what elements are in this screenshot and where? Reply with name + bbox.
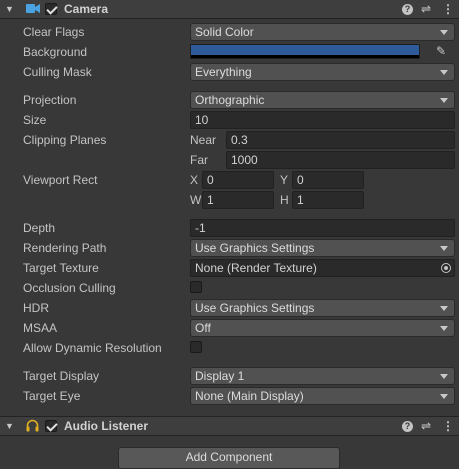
msaa-label: MSAA: [23, 321, 58, 335]
viewport-w-input[interactable]: 1: [202, 191, 274, 209]
hdr-dropdown[interactable]: Use Graphics Settings: [190, 299, 455, 317]
near-label: Near: [190, 133, 217, 147]
viewport-rect-label: Viewport Rect: [23, 173, 98, 187]
msaa-dropdown[interactable]: Off: [190, 319, 455, 337]
chevron-down-icon: [440, 98, 448, 103]
near-input[interactable]: 0.3: [226, 131, 455, 149]
eyedropper-icon[interactable]: ✎: [436, 44, 446, 58]
projection-label: Projection: [23, 93, 77, 107]
culling-mask-value: Everything: [195, 65, 252, 79]
camera-enabled-checkbox[interactable]: [45, 3, 57, 15]
viewport-y-label: Y: [280, 173, 289, 187]
occlusion-culling-label: Occlusion Culling: [23, 281, 116, 295]
size-input[interactable]: 10: [190, 111, 455, 129]
dynamic-resolution-checkbox[interactable]: [190, 341, 202, 353]
viewport-x-input[interactable]: 0: [202, 171, 274, 189]
far-label: Far: [190, 153, 208, 167]
foldout-arrow-icon[interactable]: ▼: [5, 2, 14, 16]
dynamic-resolution-label: Allow Dynamic Resolution: [23, 341, 162, 355]
camera-title: Camera: [64, 2, 109, 16]
audio-listener-enabled-checkbox[interactable]: [45, 420, 57, 432]
chevron-down-icon: [440, 30, 448, 35]
target-display-dropdown[interactable]: Display 1: [190, 367, 455, 385]
help-icon[interactable]: ?: [402, 4, 413, 15]
target-display-label: Target Display: [23, 369, 100, 383]
add-component-label: Add Component: [185, 450, 273, 464]
rendering-path-dropdown[interactable]: Use Graphics Settings: [190, 239, 455, 257]
chevron-down-icon: [440, 394, 448, 399]
chevron-down-icon: [440, 326, 448, 331]
rendering-path-value: Use Graphics Settings: [195, 241, 315, 255]
depth-input[interactable]: -1: [190, 219, 455, 237]
add-component-button[interactable]: Add Component: [118, 447, 340, 469]
size-label: Size: [23, 113, 47, 127]
target-texture-value: None (Render Texture): [195, 261, 317, 275]
background-color-field[interactable]: [190, 44, 420, 59]
clear-flags-value: Solid Color: [195, 25, 254, 39]
rendering-path-label: Rendering Path: [23, 241, 107, 255]
target-texture-label: Target Texture: [23, 261, 99, 275]
foldout-arrow-icon[interactable]: ▼: [5, 419, 14, 433]
clear-flags-dropdown[interactable]: Solid Color: [190, 23, 455, 41]
headphones-icon: [26, 419, 39, 432]
camera-component-header[interactable]: ▼ Camera ? ⇌ ⋮: [0, 0, 459, 19]
projection-value: Orthographic: [195, 93, 265, 107]
camera-icon: [26, 4, 40, 13]
viewport-h-label: H: [280, 193, 289, 207]
more-icon[interactable]: ⋮: [442, 419, 454, 433]
chevron-down-icon: [440, 306, 448, 311]
help-icon[interactable]: ?: [402, 421, 413, 432]
projection-dropdown[interactable]: Orthographic: [190, 91, 455, 109]
preset-icon[interactable]: ⇌: [421, 2, 431, 16]
chevron-down-icon: [440, 70, 448, 75]
alpha-bar: [191, 55, 419, 58]
audio-listener-component-header[interactable]: ▼ Audio Listener ? ⇌ ⋮: [0, 416, 459, 436]
clear-flags-label: Clear Flags: [23, 25, 85, 39]
more-icon[interactable]: ⋮: [442, 2, 454, 16]
viewport-x-label: X: [190, 173, 199, 187]
preset-icon[interactable]: ⇌: [421, 419, 431, 433]
hdr-value: Use Graphics Settings: [195, 301, 315, 315]
culling-mask-dropdown[interactable]: Everything: [190, 63, 455, 81]
occlusion-culling-checkbox[interactable]: [190, 281, 202, 293]
viewport-w-label: W: [190, 193, 202, 207]
viewport-y-input[interactable]: 0: [292, 171, 364, 189]
hdr-label: HDR: [23, 301, 49, 315]
object-picker-icon[interactable]: [441, 263, 451, 273]
far-input[interactable]: 1000: [226, 151, 455, 169]
chevron-down-icon: [440, 374, 448, 379]
msaa-value: Off: [195, 321, 211, 335]
target-texture-field[interactable]: None (Render Texture): [190, 259, 455, 277]
target-eye-dropdown[interactable]: None (Main Display): [190, 387, 455, 405]
culling-mask-label: Culling Mask: [23, 65, 92, 79]
audio-listener-title: Audio Listener: [64, 419, 149, 433]
depth-label: Depth: [23, 221, 56, 235]
background-label: Background: [23, 45, 88, 59]
viewport-h-input[interactable]: 1: [292, 191, 364, 209]
target-display-value: Display 1: [195, 369, 245, 383]
target-eye-value: None (Main Display): [195, 389, 304, 403]
chevron-down-icon: [440, 246, 448, 251]
clipping-planes-label: Clipping Planes: [23, 133, 107, 147]
target-eye-label: Target Eye: [23, 389, 81, 403]
